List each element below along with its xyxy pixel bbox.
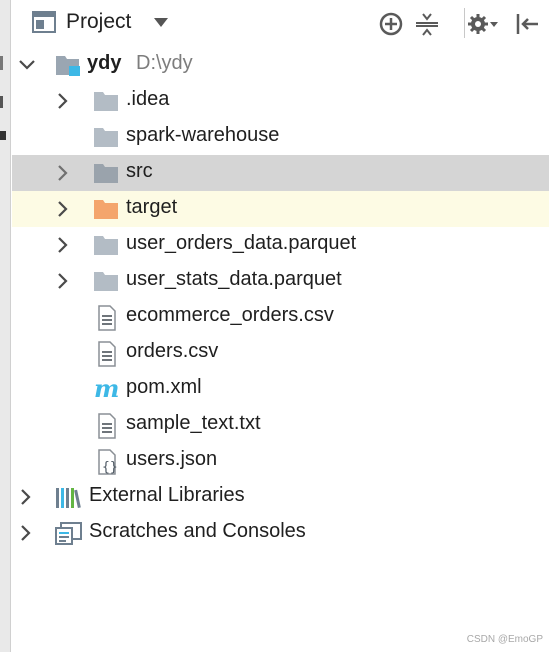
chevron-right-icon[interactable] [16,487,36,507]
tree-item-label: spark-warehouse [126,124,280,146]
tree-item-label: user_stats_data.parquet [126,268,342,290]
chevron-right-icon[interactable] [16,523,36,543]
tree-item-ecommerce-orders-csv[interactable]: ecommerce_orders.csv [12,299,549,335]
chevron-right-icon[interactable] [53,235,73,255]
text-file-icon [96,305,122,331]
module-folder-icon [55,53,81,77]
tree-item-label: user_orders_data.parquet [126,232,357,254]
module-path: D:\ydy [136,52,193,74]
tree-item-idea[interactable]: .idea [12,83,549,119]
project-toolbar: Project [12,0,549,46]
tree-item-pom-xml[interactable]: m pom.xml [12,371,549,407]
tree-item-label: orders.csv [126,340,219,362]
chevron-right-icon[interactable] [53,199,73,219]
chevron-right-icon[interactable] [53,271,73,291]
tool-window-strip [0,0,11,652]
dropdown-arrow-icon[interactable] [154,18,168,27]
folder-icon [93,125,119,149]
tree-item-label: users.json [126,448,218,470]
toolbar-separator [464,8,465,38]
folder-icon [93,161,119,185]
folder-icon [93,89,119,113]
tree-item-label: target [126,196,178,218]
tool-window-title[interactable]: Project [66,10,131,34]
tree-item-sample-text[interactable]: sample_text.txt [12,407,549,443]
tree-item-scratches-and-consoles[interactable]: Scratches and Consoles [12,515,549,551]
tree-item-label: Scratches and Consoles [89,520,306,542]
json-file-icon: {} [96,449,122,475]
text-file-icon [96,341,122,367]
tree-item-src[interactable]: src [12,155,549,191]
strip-tab-marker[interactable] [0,96,3,108]
tree-item-external-libraries[interactable]: External Libraries [12,479,549,515]
text-file-icon [96,413,122,439]
folder-icon [93,233,119,257]
svg-text:{}: {} [102,460,118,475]
tree-item-label: pom.xml [126,376,202,398]
chevron-right-icon[interactable] [53,163,73,183]
folder-icon [93,269,119,293]
tree-item-user-stats-data[interactable]: user_stats_data.parquet [12,263,549,299]
tree-item-spark-warehouse[interactable]: spark-warehouse [12,119,549,155]
tree-item-label: External Libraries [89,484,245,506]
module-name: ydy [87,52,122,74]
chevron-down-icon[interactable] [17,55,37,75]
watermark: CSDN @EmoGP [466,634,543,645]
settings-gear-icon[interactable] [466,11,500,37]
scratches-icon [55,521,82,545]
strip-tab-marker[interactable] [0,131,6,140]
tree-item-users-json[interactable]: {} users.json [12,443,549,479]
tree-root-ydy[interactable]: ydy D:\ydy [12,47,549,83]
excluded-folder-icon [93,197,119,221]
collapse-all-icon[interactable] [414,11,440,37]
tree-item-orders-csv[interactable]: orders.csv [12,335,549,371]
tree-item-label: src [126,160,153,182]
tree-item-user-orders-data[interactable]: user_orders_data.parquet [12,227,549,263]
tree-item-label: ecommerce_orders.csv [126,304,334,326]
maven-icon: m [93,374,119,403]
tree-item-label: sample_text.txt [126,412,261,434]
hide-panel-icon[interactable] [514,11,540,37]
tree-item-target[interactable]: target [12,191,549,227]
libraries-icon [55,485,81,509]
project-view-icon [32,11,56,33]
svg-text:m: m [94,377,119,401]
tree-item-label: .idea [126,88,170,110]
chevron-right-icon[interactable] [53,91,73,111]
locate-icon[interactable] [378,11,404,37]
strip-tab-marker[interactable] [0,56,3,70]
